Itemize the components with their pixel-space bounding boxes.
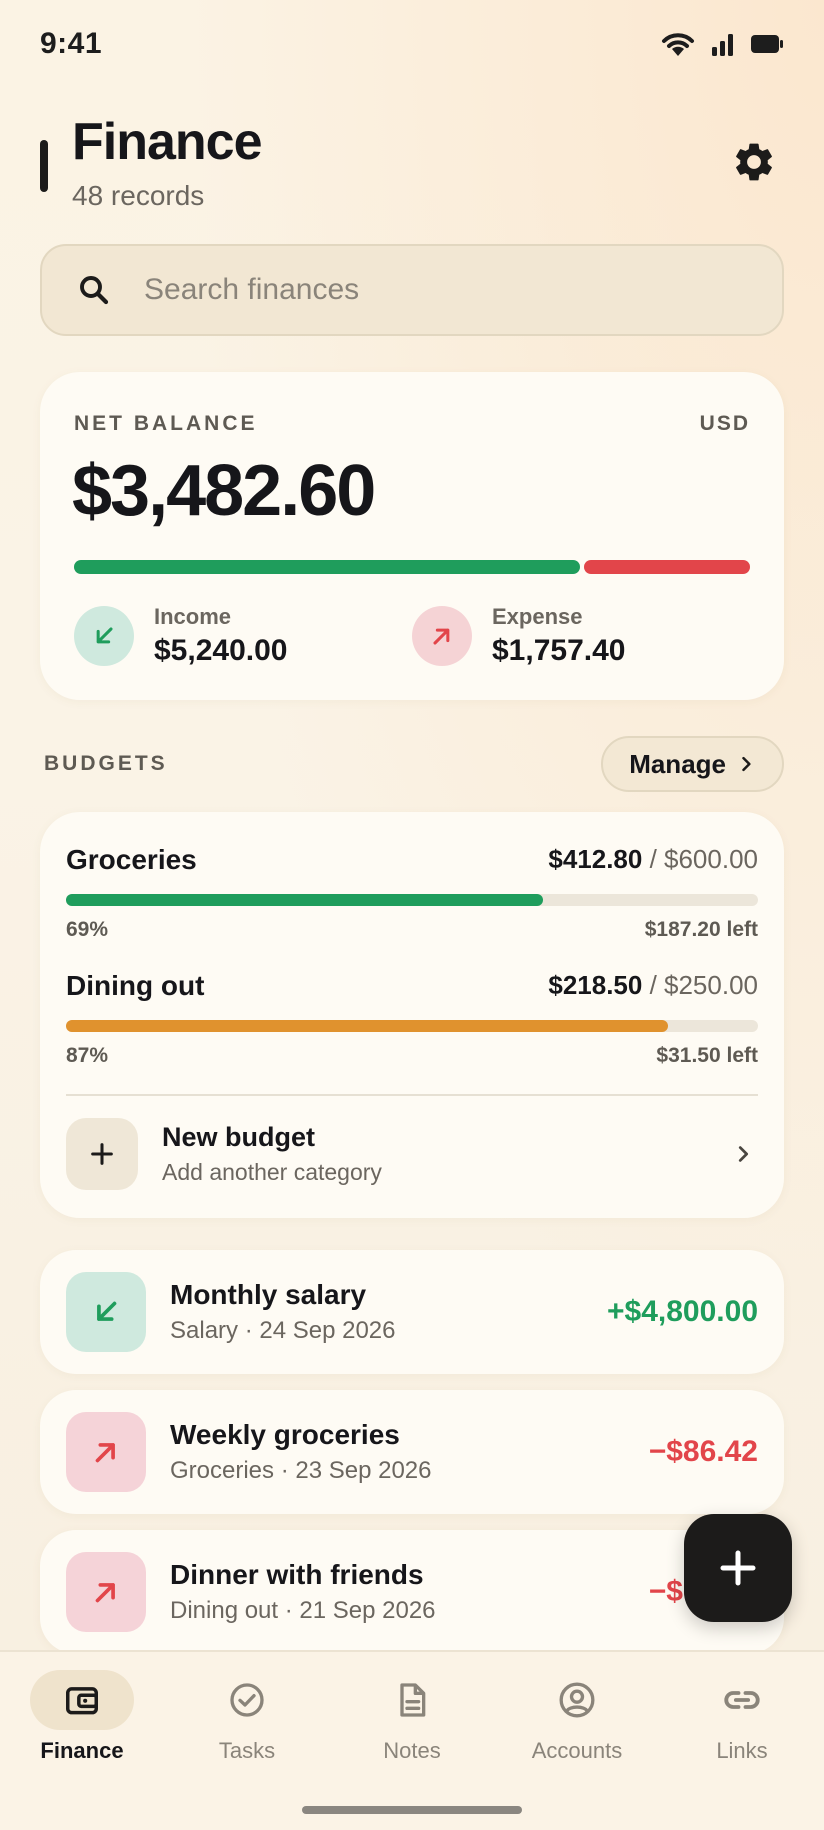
expense-value: $1,757.40 bbox=[492, 634, 626, 667]
budget-limit: / $600.00 bbox=[642, 844, 758, 874]
transaction-subtitle: Dining out · 21 Sep 2026 bbox=[170, 1597, 436, 1624]
budget-spent: $218.50 bbox=[548, 970, 643, 1000]
nav-label: Finance bbox=[40, 1738, 124, 1763]
manage-label: Manage bbox=[629, 748, 726, 779]
transaction-row[interactable]: Monthly salary Salary · 24 Sep 2026 +$4,… bbox=[40, 1250, 784, 1374]
transaction-amount: −$86.42 bbox=[648, 1435, 758, 1468]
wallet-icon bbox=[30, 1670, 134, 1730]
ratio-expense-segment bbox=[584, 560, 750, 574]
budget-amount: $218.50 / $250.00 bbox=[548, 970, 758, 1001]
link-icon bbox=[690, 1670, 794, 1730]
budget-name: Dining out bbox=[66, 970, 205, 1001]
search-icon bbox=[74, 270, 114, 310]
nav-item-links[interactable]: Links bbox=[677, 1670, 807, 1764]
budget-limit: / $250.00 bbox=[642, 970, 758, 1000]
nav-item-finance[interactable]: Finance bbox=[17, 1670, 147, 1764]
nav-item-accounts[interactable]: Accounts bbox=[512, 1670, 642, 1764]
page-header: Finance 48 records bbox=[40, 112, 784, 222]
transaction-subtitle: Groceries · 23 Sep 2026 bbox=[170, 1457, 432, 1484]
budgets-section-label: BUDGETS bbox=[44, 752, 168, 775]
settings-button[interactable] bbox=[724, 132, 784, 192]
status-icons bbox=[660, 30, 784, 58]
budget-progress-fill bbox=[66, 894, 544, 906]
nav-label: Accounts bbox=[531, 1738, 623, 1763]
title-accent-bar bbox=[40, 140, 48, 192]
check-circle-icon bbox=[195, 1670, 299, 1730]
arrow-up-right-icon bbox=[66, 1412, 146, 1492]
budget-percent: 87% bbox=[66, 1044, 109, 1067]
budget-progress-track bbox=[66, 1020, 758, 1032]
budgets-card: Groceries $412.80 / $600.00 69% $187.20 … bbox=[40, 812, 784, 1218]
document-icon bbox=[360, 1670, 464, 1730]
income-summary: Income $5,240.00 bbox=[74, 604, 287, 668]
wifi-icon bbox=[662, 33, 694, 56]
transaction-amount: +$4,800.00 bbox=[607, 1295, 758, 1328]
transaction-subtitle: Salary · 24 Sep 2026 bbox=[170, 1317, 396, 1344]
balance-label: NET BALANCE bbox=[74, 412, 258, 435]
budget-item-dining-out[interactable]: Dining out $218.50 / $250.00 87% $31.50 … bbox=[66, 970, 758, 1080]
status-bar: 9:41 bbox=[40, 24, 784, 64]
home-indicator bbox=[302, 1806, 522, 1814]
budget-progress-fill bbox=[66, 1020, 669, 1032]
arrow-down-left-icon bbox=[74, 606, 134, 666]
transaction-title: Monthly salary bbox=[170, 1279, 367, 1310]
budget-remaining: $187.20 left bbox=[644, 918, 758, 941]
income-value: $5,240.00 bbox=[154, 634, 288, 667]
plus-icon bbox=[66, 1118, 138, 1190]
nav-item-notes[interactable]: Notes bbox=[347, 1670, 477, 1764]
transaction-row[interactable]: Dinner with friends Dining out · 21 Sep … bbox=[40, 1530, 784, 1654]
new-budget-subtitle: Add another category bbox=[162, 1159, 382, 1185]
arrow-up-right-icon bbox=[412, 606, 472, 666]
transaction-row[interactable]: Weekly groceries Groceries · 23 Sep 2026… bbox=[40, 1390, 784, 1514]
bottom-navigation: Finance Tasks Notes Accounts Links bbox=[0, 1650, 824, 1830]
budget-item-groceries[interactable]: Groceries $412.80 / $600.00 69% $187.20 … bbox=[66, 844, 758, 954]
page-title: Finance bbox=[72, 113, 262, 171]
transaction-title: Weekly groceries bbox=[170, 1419, 400, 1450]
search-bar[interactable] bbox=[40, 244, 784, 336]
chevron-right-icon bbox=[742, 756, 751, 772]
finance-screen: 9:41 Finance 48 records Search finances … bbox=[0, 0, 824, 1830]
chevron-right-icon bbox=[728, 1139, 758, 1169]
budget-percent: 69% bbox=[66, 918, 109, 941]
arrow-up-right-icon bbox=[66, 1552, 146, 1632]
gear-icon bbox=[736, 143, 772, 181]
nav-label: Notes bbox=[383, 1738, 441, 1763]
budget-name: Groceries bbox=[66, 844, 197, 875]
budget-spent: $412.80 bbox=[548, 844, 643, 874]
balance-value: $3,482.60 bbox=[72, 451, 376, 531]
expense-summary: Expense $1,757.40 bbox=[412, 604, 625, 668]
budget-progress-track bbox=[66, 894, 758, 906]
expense-label: Expense bbox=[492, 604, 583, 629]
currency-label: USD bbox=[699, 412, 750, 435]
ratio-income-segment bbox=[74, 560, 581, 574]
income-expense-ratio-bar bbox=[74, 560, 750, 574]
signal-icon bbox=[712, 34, 733, 56]
nav-item-tasks[interactable]: Tasks bbox=[182, 1670, 312, 1764]
new-budget-button[interactable]: New budget Add another category bbox=[66, 1114, 758, 1194]
add-transaction-button[interactable] bbox=[684, 1514, 792, 1622]
income-label: Income bbox=[154, 604, 232, 629]
status-time: 9:41 bbox=[40, 27, 103, 60]
battery-icon bbox=[751, 35, 783, 53]
plus-icon bbox=[720, 1550, 756, 1586]
budget-amount: $412.80 / $600.00 bbox=[548, 844, 758, 875]
manage-budgets-button[interactable]: Manage bbox=[601, 736, 784, 792]
nav-label: Links bbox=[716, 1738, 768, 1763]
search-input[interactable] bbox=[144, 273, 704, 307]
nav-label: Tasks bbox=[218, 1738, 276, 1763]
record-count: 48 records bbox=[72, 180, 205, 211]
new-budget-title: New budget bbox=[162, 1122, 315, 1152]
user-circle-icon bbox=[525, 1670, 629, 1730]
budget-remaining: $31.50 left bbox=[656, 1044, 758, 1067]
divider bbox=[66, 1094, 758, 1096]
arrow-down-left-icon bbox=[66, 1272, 146, 1352]
transaction-title: Dinner with friends bbox=[170, 1559, 424, 1590]
balance-card: NET BALANCE USD $3,482.60 Income $5,240.… bbox=[40, 372, 784, 700]
